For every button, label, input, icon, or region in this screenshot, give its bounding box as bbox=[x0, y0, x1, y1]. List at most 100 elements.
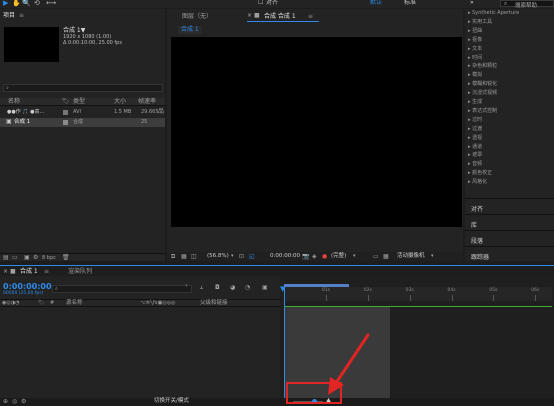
toggle-expand-icon[interactable]: ◎ bbox=[12, 399, 17, 405]
show-snapshot-icon[interactable]: ◈ bbox=[312, 254, 317, 260]
transparency-grid-icon[interactable]: ▦ bbox=[383, 254, 389, 260]
interpret-footage-icon[interactable]: ▤ bbox=[3, 255, 9, 261]
toggle-switches-modes[interactable]: 切换开关/模式 bbox=[154, 398, 189, 405]
timeline-timecode[interactable]: 0:00:00:00 bbox=[3, 283, 52, 291]
effect-category[interactable]: ▸ 杂色和颗粒 bbox=[468, 64, 497, 69]
project-search-input[interactable]: ⌕ bbox=[3, 84, 163, 92]
graph-editor-icon[interactable]: ◔ bbox=[245, 285, 250, 291]
preview-icon[interactable]: ⧉ bbox=[171, 254, 175, 260]
effect-category[interactable]: ▸ 透视 bbox=[468, 135, 482, 141]
ruler-tick-label: 04s bbox=[447, 288, 456, 293]
paragraph-panel[interactable]: 段落 bbox=[465, 230, 554, 246]
chevron-down-icon[interactable]: ▾ bbox=[353, 254, 356, 259]
switches-icon: ⌥✲╲fx▣◎◎◎ bbox=[140, 300, 176, 306]
col-name[interactable]: 名称 bbox=[8, 99, 20, 105]
effect-category[interactable]: ▸ 模糊和锐化 bbox=[468, 82, 497, 87]
effect-category[interactable]: ▸ 沉浸式视频 bbox=[468, 91, 497, 96]
mask-icon[interactable]: ◫ bbox=[191, 254, 197, 260]
layer-column-header: ◉◎◑◔ 🏷 # 源名称 ⌥✲╲fx▣◎◎◎ 父级和链接 bbox=[0, 299, 280, 307]
panel-menu-icon[interactable]: ≡ bbox=[19, 13, 24, 19]
new-comp-icon[interactable]: ▣ bbox=[24, 255, 30, 261]
effect-category[interactable]: ▸ Synthetic Aperture bbox=[468, 11, 519, 16]
project-panel-title: 项目 bbox=[3, 12, 16, 19]
trash-icon[interactable]: 🗑 bbox=[62, 255, 70, 261]
effect-category[interactable]: ▸ 风格化 bbox=[468, 180, 487, 185]
roi-icon[interactable]: ▭ bbox=[373, 254, 379, 260]
lock-icon[interactable]: ■ bbox=[254, 13, 260, 19]
effect-category[interactable]: ▸ 文本 bbox=[468, 46, 482, 52]
col-parent[interactable]: 父级和链接 bbox=[200, 300, 228, 307]
project-row[interactable]: ●●作 🎵 ●高… AVI 1.5 MB 29.665 品 bbox=[0, 108, 165, 117]
timeline-footer: ⊕ ◎ ⚙ 切换开关/模式 ⛰ bbox=[0, 398, 554, 406]
comp-viewer-tab[interactable]: 合成 合成 1 bbox=[264, 14, 296, 20]
footage-tab[interactable]: 图层（无） bbox=[182, 14, 212, 20]
grid-icon[interactable]: ▦ bbox=[181, 254, 187, 260]
zoom-tool-icon[interactable]: 🔍 bbox=[22, 0, 31, 7]
toggle-panes-icon[interactable]: ⊕ bbox=[3, 399, 8, 405]
lock-icon[interactable]: ■ bbox=[10, 269, 16, 275]
effect-category[interactable]: ▸ 表达式控制 bbox=[468, 108, 497, 114]
col-type[interactable]: 类型 bbox=[73, 99, 85, 105]
orbit-tool-icon[interactable]: ⟷ bbox=[46, 0, 56, 7]
align-panel[interactable]: 对齐 bbox=[465, 198, 554, 214]
tracker-panel[interactable]: 跟踪器 bbox=[465, 246, 554, 261]
region-icon[interactable]: ◱ bbox=[249, 254, 255, 260]
zoom-select[interactable]: (56.8%) bbox=[207, 253, 229, 260]
effect-category[interactable]: ▸ 扭曲 bbox=[468, 28, 482, 34]
frame-blend-icon[interactable]: ◘ bbox=[215, 285, 220, 291]
bpc-label[interactable]: 8 bpc bbox=[42, 256, 56, 261]
effect-category[interactable]: ▸ 音频 bbox=[468, 162, 482, 167]
effect-category[interactable]: ▸ 生成 bbox=[468, 100, 482, 105]
help-search-input[interactable]: ⌕ 搜索帮助 bbox=[500, 0, 554, 9]
col-rate[interactable]: 帧速率 bbox=[138, 99, 156, 105]
col-size[interactable]: 大小 bbox=[114, 99, 126, 105]
chevron-down-icon[interactable]: ▾ bbox=[431, 254, 434, 259]
close-icon[interactable]: × bbox=[247, 13, 252, 19]
project-row-selected[interactable]: ▣ 合成 1 合成 25 bbox=[0, 118, 165, 127]
workspace-standard[interactable]: 标准 bbox=[404, 0, 416, 6]
fit-icon[interactable]: ⊡ bbox=[239, 254, 244, 260]
close-icon[interactable]: × bbox=[3, 269, 8, 275]
snapshot-icon[interactable]: 📷 bbox=[302, 254, 309, 260]
col-source-name[interactable]: 源名称 bbox=[66, 300, 83, 307]
draft-3d-icon[interactable]: ᵀ bbox=[185, 285, 187, 291]
effect-category[interactable]: ▸ 过时 bbox=[468, 117, 482, 123]
effect-category[interactable]: ▸ 实用工具 bbox=[468, 19, 492, 25]
playhead-handle-icon[interactable]: ▼ bbox=[280, 286, 285, 293]
toggle-switches-icon[interactable]: ⚙ bbox=[21, 399, 26, 405]
shy-icon[interactable]: ⥿ bbox=[200, 285, 203, 291]
tab-comp[interactable]: 合成 1 bbox=[20, 269, 38, 275]
selection-tool-icon[interactable]: ▶ bbox=[3, 0, 8, 7]
effect-category[interactable]: ▸ 颜色校正 bbox=[468, 171, 492, 176]
viewer-timecode[interactable]: 0:00:00:00 bbox=[270, 253, 300, 260]
rotate-tool-icon[interactable]: ⟲ bbox=[34, 0, 40, 7]
effect-category[interactable]: ▸ 通道 bbox=[468, 144, 482, 150]
align-checkbox-icon[interactable]: ☐ bbox=[258, 0, 263, 6]
composition-canvas[interactable] bbox=[171, 37, 462, 227]
workspace-menu-icon[interactable]: » bbox=[470, 0, 474, 6]
effect-category[interactable]: ▸ 遮罩 bbox=[468, 153, 482, 158]
hand-tool-icon[interactable]: ✋ bbox=[12, 0, 21, 7]
comp-breadcrumb[interactable]: 合成 1 bbox=[178, 26, 202, 34]
libraries-panel[interactable]: 库 bbox=[465, 214, 554, 230]
layer-search-input[interactable]: ⌕ bbox=[52, 285, 192, 293]
effect-category[interactable]: ▸ 模拟 bbox=[468, 73, 482, 78]
workspace-default[interactable]: 默认 bbox=[370, 0, 382, 6]
camera-select[interactable]: 活动摄像机 bbox=[397, 253, 425, 260]
motion-blur-icon[interactable]: ◕ bbox=[230, 285, 235, 291]
viewer-controls: ⧉ ▦ ◫ (56.8%) ▾ ⊡ ◱ 0:00:00:00 📷 ◈ ● (完整… bbox=[167, 252, 463, 261]
graph-icon[interactable]: ▣ bbox=[262, 285, 268, 291]
panel-menu-icon[interactable]: ≡ bbox=[308, 14, 313, 20]
settings-icon[interactable]: ⚙ bbox=[33, 255, 38, 261]
quality-select[interactable]: (完整) bbox=[331, 253, 346, 260]
panel-menu-icon[interactable]: ≡ bbox=[44, 269, 49, 275]
playhead[interactable] bbox=[284, 286, 285, 398]
effect-category[interactable]: ▸ 抠像 bbox=[468, 37, 482, 43]
color-channel-icon[interactable]: ● bbox=[322, 254, 327, 260]
time-ruler[interactable]: 01s 02s 03s 04s 05s 06s bbox=[284, 287, 552, 301]
chevron-down-icon[interactable]: ▾ bbox=[231, 254, 234, 259]
effect-category[interactable]: ▸ 过渡 bbox=[468, 126, 482, 132]
tab-render-queue[interactable]: 渲染队列 bbox=[68, 269, 92, 275]
effect-category[interactable]: ▸ 时间 bbox=[468, 55, 482, 61]
new-folder-icon[interactable]: ▭ bbox=[12, 255, 18, 261]
